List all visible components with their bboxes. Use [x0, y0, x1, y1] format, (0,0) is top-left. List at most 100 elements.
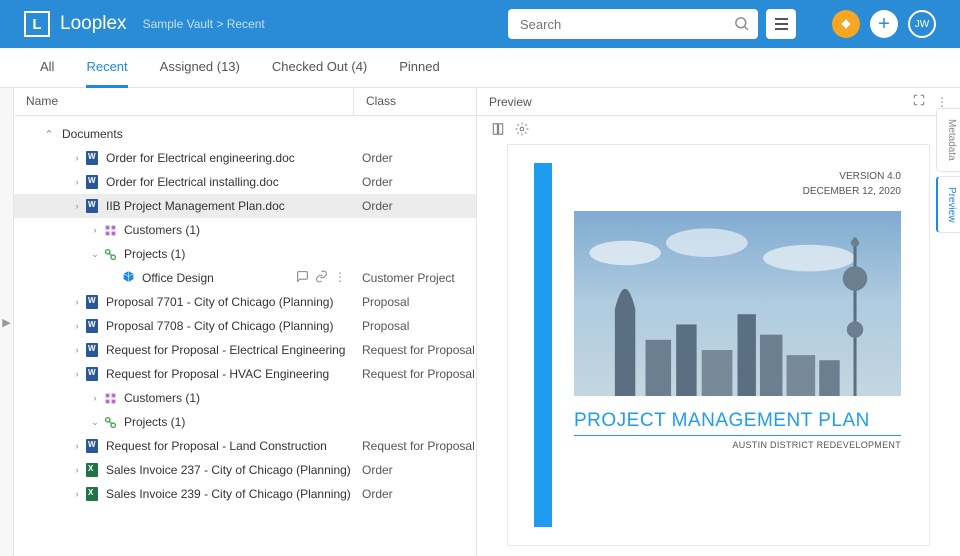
- chevron-icon[interactable]: ›: [70, 201, 84, 211]
- chevron-icon[interactable]: ›: [70, 345, 84, 355]
- doc-version: VERSION 4.0: [574, 169, 901, 184]
- list-item[interactable]: ›Sales Invoice 237 - City of Chicago (Pl…: [14, 458, 476, 482]
- column-headers: Name Class: [14, 88, 476, 116]
- word-doc-icon: [86, 439, 98, 453]
- chevron-icon[interactable]: ›: [70, 153, 84, 163]
- list-item[interactable]: ›Request for Proposal - Electrical Engin…: [14, 338, 476, 362]
- item-class: Order: [354, 487, 476, 501]
- tab-all[interactable]: All: [40, 48, 54, 88]
- item-label: IIB Project Management Plan.doc: [106, 199, 354, 213]
- doc-date: DECEMBER 12, 2020: [574, 184, 901, 199]
- item-label: Customers (1): [124, 391, 354, 405]
- list-item[interactable]: ›Sales Invoice 239 - City of Chicago (Pl…: [14, 482, 476, 506]
- column-name[interactable]: Name: [14, 88, 354, 115]
- customers-icon: [104, 224, 117, 237]
- file-list-panel: Name Class ⌃Documents › Order for Electric…: [14, 88, 477, 556]
- tree-root[interactable]: ⌃Documents: [14, 122, 476, 146]
- app-logo[interactable]: L Looplex: [24, 11, 127, 37]
- preview-toolbar: [477, 116, 960, 144]
- excel-doc-icon: [86, 487, 98, 501]
- preview-body: VERSION 4.0 DECEMBER 12, 2020: [477, 144, 960, 556]
- word-doc-icon: [86, 319, 98, 333]
- item-class: Order: [354, 199, 476, 213]
- item-class: Proposal: [354, 295, 476, 309]
- app-name: Looplex: [60, 13, 127, 35]
- item-class: Request for Proposal: [354, 343, 476, 357]
- item-label: Order for Electrical installing.doc: [106, 175, 354, 189]
- app-header: L Looplex Sample Vault > Recent + JW: [0, 0, 960, 48]
- search-area: [508, 9, 796, 39]
- word-doc-icon: [86, 199, 98, 213]
- item-label: Order for Electrical engineering.doc: [106, 151, 354, 165]
- word-doc-icon: [86, 343, 98, 357]
- column-class[interactable]: Class: [354, 88, 476, 115]
- add-button[interactable]: +: [870, 10, 898, 38]
- tab-assigned[interactable]: Assigned (13): [160, 48, 240, 88]
- search-menu-button[interactable]: [766, 9, 796, 39]
- settings-icon[interactable]: [515, 122, 529, 139]
- notifications-button[interactable]: [832, 10, 860, 38]
- side-tab-metadata[interactable]: Metadata: [936, 108, 960, 172]
- list-item[interactable]: ⌄ Projects (1): [14, 410, 476, 434]
- item-label: Request for Proposal - Land Construction: [106, 439, 354, 453]
- tab-pinned[interactable]: Pinned: [399, 48, 439, 88]
- more-options-button[interactable]: ⋮: [936, 95, 948, 109]
- chevron-down-icon[interactable]: ⌃: [42, 128, 56, 141]
- list-item[interactable]: › Proposal 7701 - City of Chicago (Planni…: [14, 290, 476, 314]
- document-page: VERSION 4.0 DECEMBER 12, 2020: [507, 144, 930, 546]
- tab-checked[interactable]: Checked Out (4): [272, 48, 367, 88]
- list-item[interactable]: › Order for Electrical installing.docOrde…: [14, 170, 476, 194]
- avatar[interactable]: JW: [908, 10, 936, 38]
- customers-icon: [104, 392, 117, 405]
- accent-bar: [534, 163, 552, 527]
- list-item[interactable]: ›Request for Proposal - HVAC Engineering…: [14, 362, 476, 386]
- list-item[interactable]: › Customers (1): [14, 386, 476, 410]
- item-label: Projects (1): [124, 247, 354, 261]
- item-label: Proposal 7701 - City of Chicago (Plannin…: [106, 295, 354, 309]
- item-label: Projects (1): [124, 415, 354, 429]
- chevron-icon[interactable]: ›: [70, 489, 84, 499]
- document-meta: VERSION 4.0 DECEMBER 12, 2020: [574, 169, 901, 199]
- breadcrumb[interactable]: Sample Vault > Recent: [143, 17, 265, 31]
- chevron-icon[interactable]: ⌄: [88, 417, 102, 428]
- chevron-icon[interactable]: ›: [70, 177, 84, 187]
- side-tab-preview[interactable]: Preview: [936, 176, 960, 234]
- document-hero-image: [574, 211, 901, 396]
- comment-icon[interactable]: [296, 270, 309, 286]
- list-item[interactable]: › IIB Project Management Plan.docOrder: [14, 194, 476, 218]
- fullscreen-button[interactable]: [912, 93, 926, 110]
- chevron-icon[interactable]: ›: [88, 225, 102, 235]
- chevron-icon[interactable]: ›: [88, 393, 102, 403]
- chevron-icon[interactable]: ›: [70, 441, 84, 451]
- document-title: PROJECT MANAGEMENT PLAN: [574, 410, 901, 432]
- preview-header: Preview ⋮: [477, 88, 960, 116]
- item-class: Order: [354, 175, 476, 189]
- list-item[interactable]: Office Design⋮Customer Project: [14, 266, 476, 290]
- link-icon[interactable]: [315, 270, 328, 286]
- row-more-icon[interactable]: ⋮: [334, 270, 346, 286]
- list-item[interactable]: ›Customers (1): [14, 218, 476, 242]
- tab-recent[interactable]: Recent: [86, 48, 127, 88]
- word-doc-icon: [86, 175, 98, 189]
- word-doc-icon: [86, 367, 98, 381]
- chevron-icon[interactable]: ›: [70, 321, 84, 331]
- chevron-icon[interactable]: ⌄: [88, 249, 102, 260]
- list-item[interactable]: ⌄ Projects (1): [14, 242, 476, 266]
- chevron-icon[interactable]: ›: [70, 369, 84, 379]
- document-content: VERSION 4.0 DECEMBER 12, 2020: [552, 145, 929, 545]
- left-sidebar-collapse[interactable]: ▶: [0, 88, 14, 556]
- search-icon[interactable]: [733, 15, 750, 35]
- list-item[interactable]: ›Order for Electrical engineering.docOrd…: [14, 146, 476, 170]
- pages-icon[interactable]: [491, 122, 505, 139]
- list-item[interactable]: › Request for Proposal - Land Constructio…: [14, 434, 476, 458]
- list-item[interactable]: › Proposal 7708 - City of Chicago (Planni…: [14, 314, 476, 338]
- item-class: Request for Proposal: [354, 367, 476, 381]
- item-label: Proposal 7708 - City of Chicago (Plannin…: [106, 319, 354, 333]
- chevron-icon[interactable]: ›: [70, 465, 84, 475]
- word-doc-icon: [86, 151, 98, 165]
- search-input[interactable]: [508, 9, 758, 39]
- main-content: ▶ Name Class ⌃Documents › Order for Electr…: [0, 88, 960, 556]
- chevron-icon[interactable]: ›: [70, 297, 84, 307]
- preview-panel: Preview ⋮ VERSION 4.0 DECEMBER 12, 2020: [477, 88, 960, 556]
- chevron-right-icon: ▶: [2, 316, 10, 329]
